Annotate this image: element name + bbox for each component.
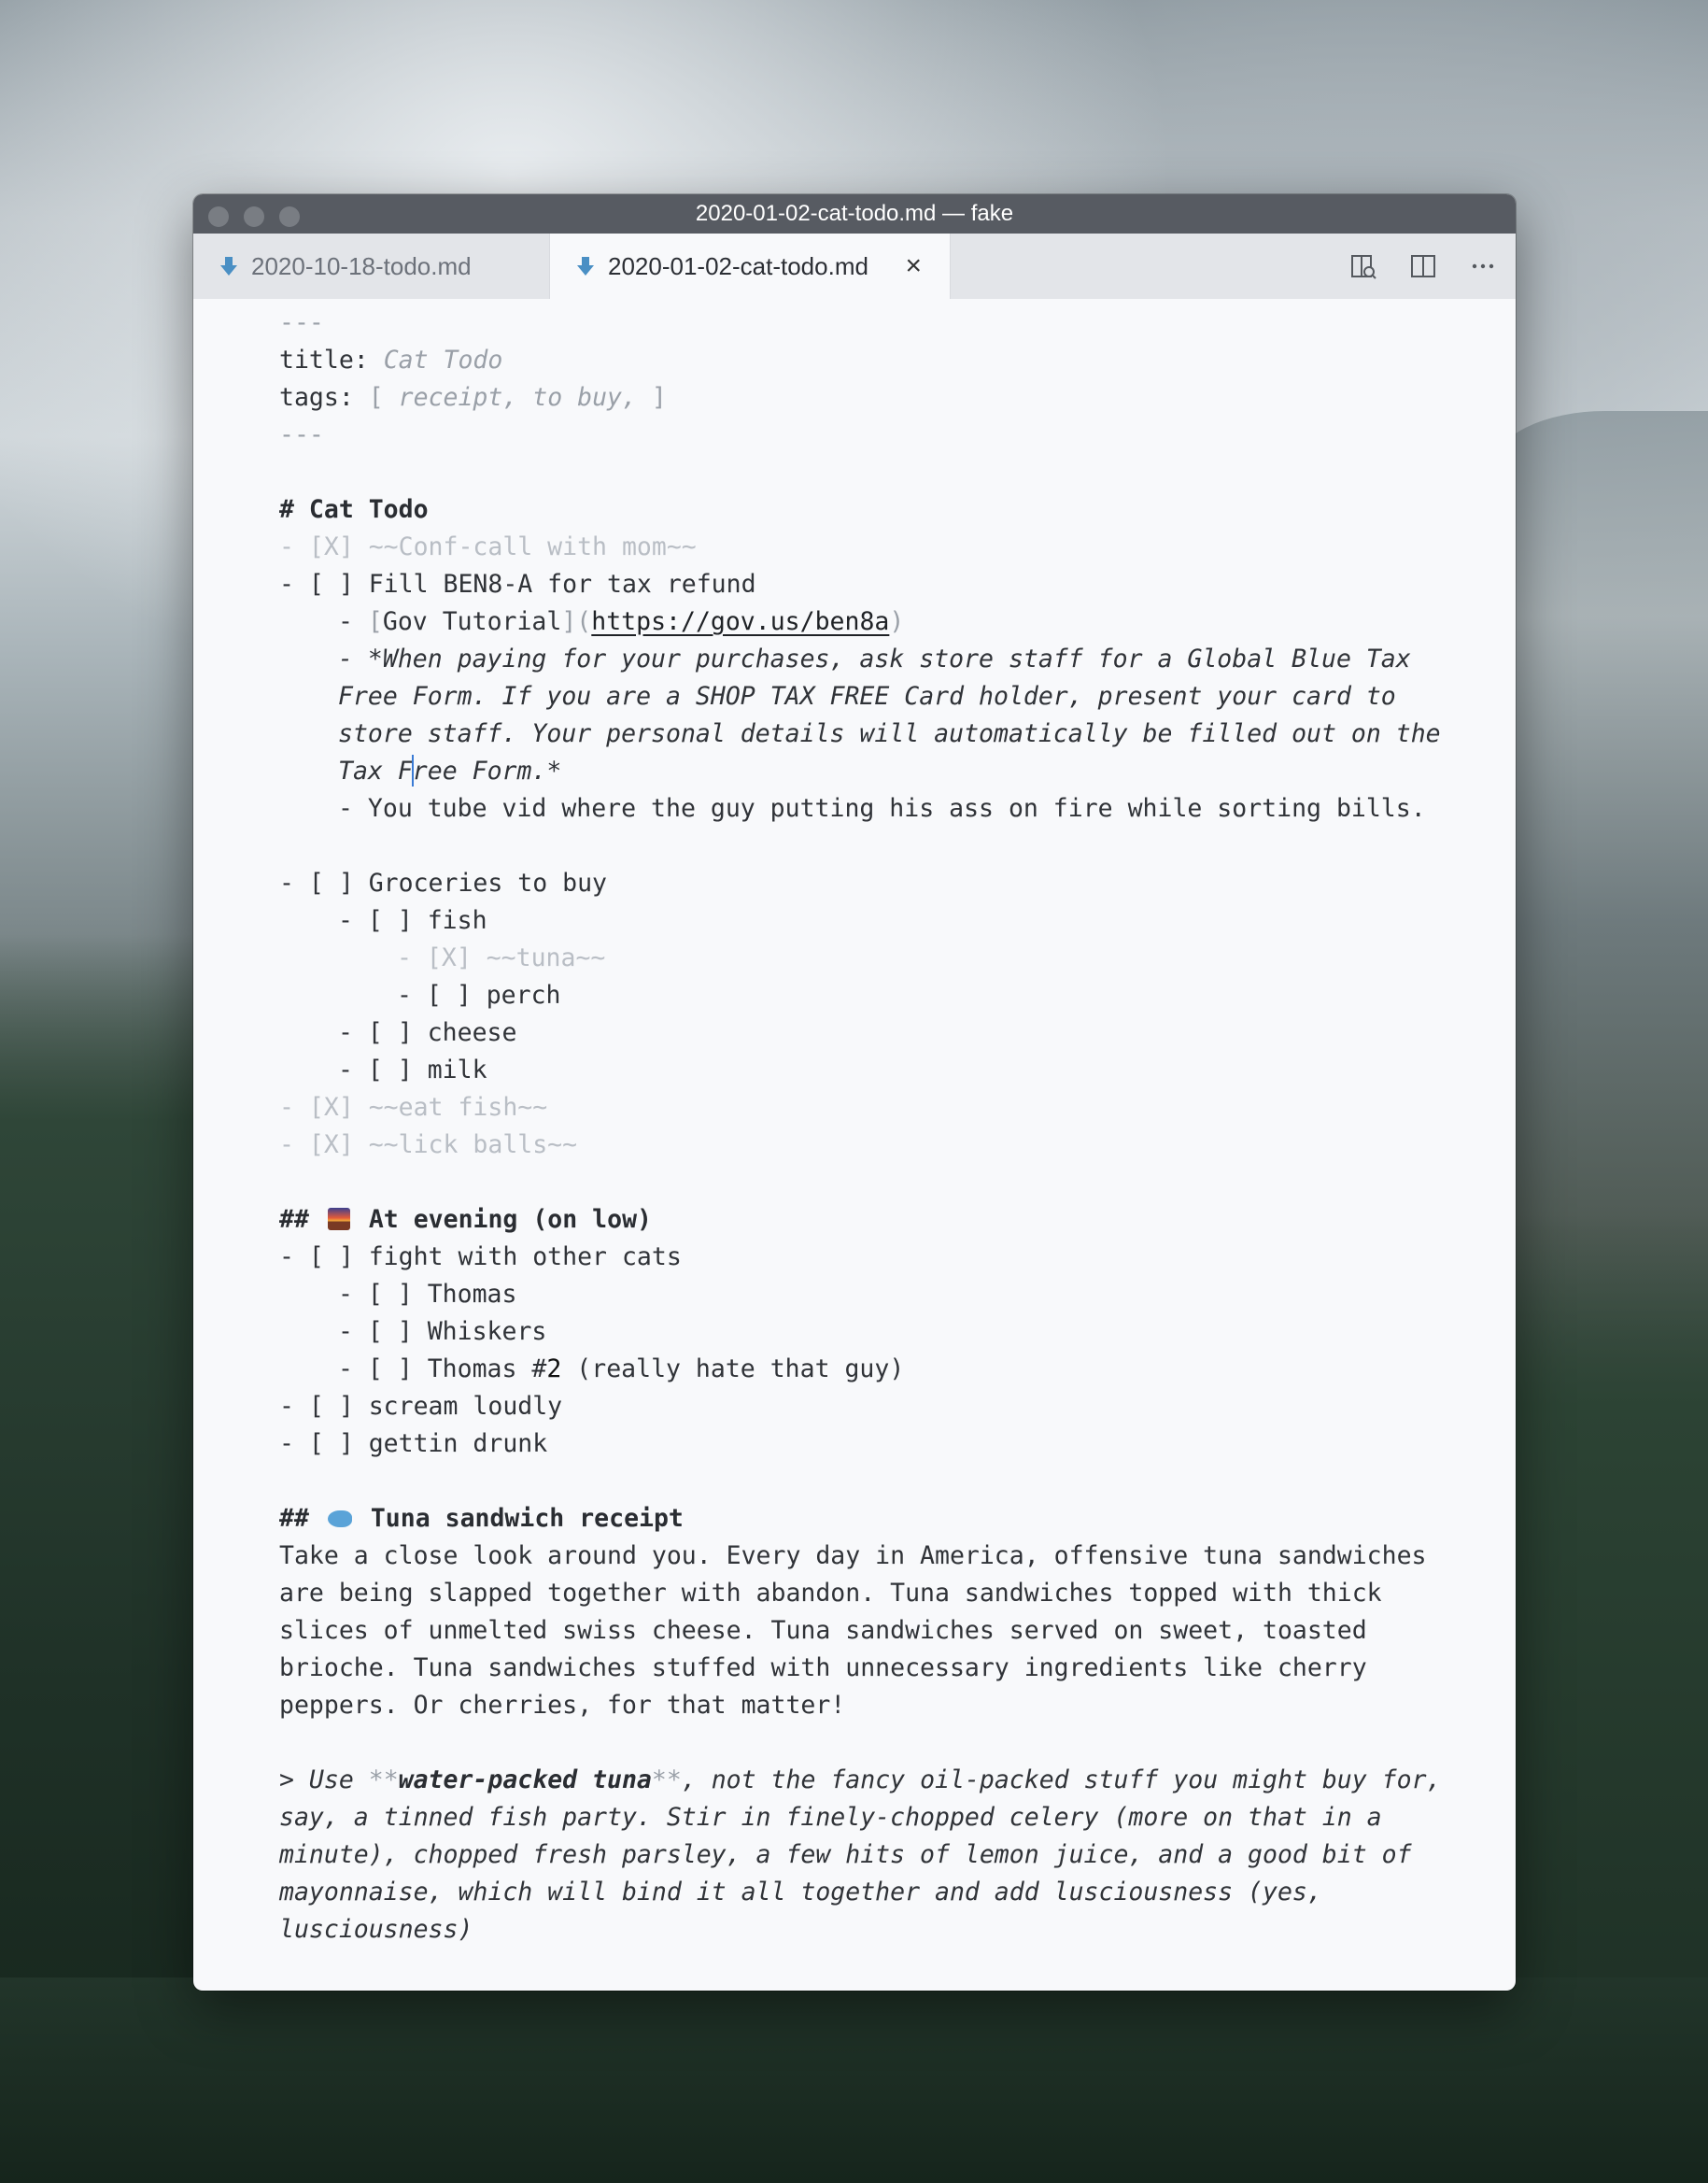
italic-note-line: store staff. Your personal details will … [338, 719, 1441, 748]
tab-todo[interactable]: 2020-10-18-todo.md [193, 234, 549, 299]
sunset-icon [327, 1208, 350, 1230]
paragraph-line: brioche. Tuna sandwiches stuffed with un… [279, 1653, 1367, 1682]
heading-at-evening: ## At evening (on low) [279, 1205, 652, 1234]
blockquote-line: mayonnaise, which will bind it all toget… [279, 1878, 1322, 1907]
blockquote-line: say, a tinned fish party. Stir in finely… [279, 1803, 1382, 1832]
italic-note-line: Tax Free Form.* [338, 755, 562, 787]
task-open: - [ ] Groceries to buy [279, 869, 607, 898]
close-window-button[interactable] [208, 206, 229, 227]
list-item: - You tube vid where the guy putting his… [338, 794, 1426, 823]
window-controls [208, 206, 300, 227]
background-forest-bottom [0, 1977, 1708, 2183]
frontmatter-separator: --- [279, 308, 324, 337]
fish-icon [327, 1510, 352, 1527]
task-open: - [ ] Thomas #2 (really hate that guy) [338, 1354, 905, 1383]
task-open: - [ ] cheese [338, 1018, 517, 1047]
zoom-window-button[interactable] [279, 206, 300, 227]
editor-window: 2020-01-02-cat-todo.md — fake 2020-10-18… [193, 194, 1516, 1991]
heading-tuna-sandwich: ## Tuna sandwich receipt [279, 1504, 684, 1533]
paragraph-line: slices of unmelted swiss cheese. Tuna sa… [279, 1616, 1367, 1645]
editor-actions [1348, 234, 1499, 299]
editor-text-area[interactable]: --- title: Cat Todo tags: [ receipt, to … [193, 299, 1516, 1991]
frontmatter-tags: tags: [ receipt, to buy, ] [279, 383, 667, 412]
tab-label: 2020-10-18-todo.md [251, 251, 472, 280]
blockquote-line: minute), chopped fresh parsley, a few hi… [279, 1840, 1412, 1869]
window-title: 2020-01-02-cat-todo.md — fake [695, 201, 1014, 226]
italic-note-line: - *When paying for your purchases, ask s… [338, 645, 1411, 673]
task-open: - [ ] scream loudly [279, 1392, 563, 1421]
task-open: - [ ] gettin drunk [279, 1429, 548, 1458]
heading-cat-todo: # Cat Todo [279, 495, 429, 524]
tab-label: 2020-01-02-cat-todo.md [608, 251, 868, 280]
task-open: - [ ] fish [338, 906, 487, 935]
split-editor-icon[interactable] [1407, 250, 1439, 282]
minimize-window-button[interactable] [244, 206, 264, 227]
task-done: - [X] ~~eat fish~~ [279, 1093, 548, 1122]
task-open: - [ ] Fill BEN8-A for tax refund [279, 570, 756, 599]
link-text: Gov Tutorial [382, 607, 562, 636]
markdown-file-icon [577, 257, 594, 276]
task-done: - [X] ~~lick balls~~ [279, 1130, 578, 1159]
more-actions-icon[interactable] [1467, 250, 1499, 282]
italic-note-line: Free Form. If you are a SHOP TAX FREE Ca… [338, 682, 1396, 711]
title-bar[interactable]: 2020-01-02-cat-todo.md — fake [193, 194, 1516, 234]
task-done: - [X] ~~tuna~~ [397, 943, 606, 972]
tab-bar: 2020-10-18-todo.md 2020-01-02-cat-todo.m… [193, 234, 1516, 299]
link-line: - [Gov Tutorial](https://gov.us/ben8a) [338, 607, 905, 636]
tab-cat-todo[interactable]: 2020-01-02-cat-todo.md × [549, 234, 951, 299]
markdown-file-icon [220, 257, 237, 276]
blockquote-line: > Use **water-packed tuna**, not the fan… [279, 1765, 1442, 1794]
frontmatter-title: title: Cat Todo [279, 346, 503, 375]
paragraph-line: Take a close look around you. Every day … [279, 1541, 1427, 1570]
task-open: - [ ] milk [338, 1056, 487, 1084]
task-open: - [ ] Whiskers [338, 1317, 547, 1346]
task-open: - [ ] fight with other cats [279, 1242, 682, 1271]
task-open: - [ ] Thomas [338, 1280, 517, 1309]
blockquote-line: lusciousness) [279, 1915, 473, 1944]
paragraph-line: are being slapped together with abandon.… [279, 1579, 1382, 1608]
frontmatter-separator: --- [279, 420, 324, 449]
link-url[interactable]: https://gov.us/ben8a [591, 607, 889, 636]
close-tab-icon[interactable]: × [905, 252, 922, 280]
task-done: - [X] ~~Conf-call with mom~~ [279, 532, 697, 561]
open-preview-icon[interactable] [1348, 250, 1379, 282]
task-open: - [ ] perch [397, 981, 561, 1010]
paragraph-line: peppers. Or cherries, for that matter! [279, 1691, 846, 1720]
